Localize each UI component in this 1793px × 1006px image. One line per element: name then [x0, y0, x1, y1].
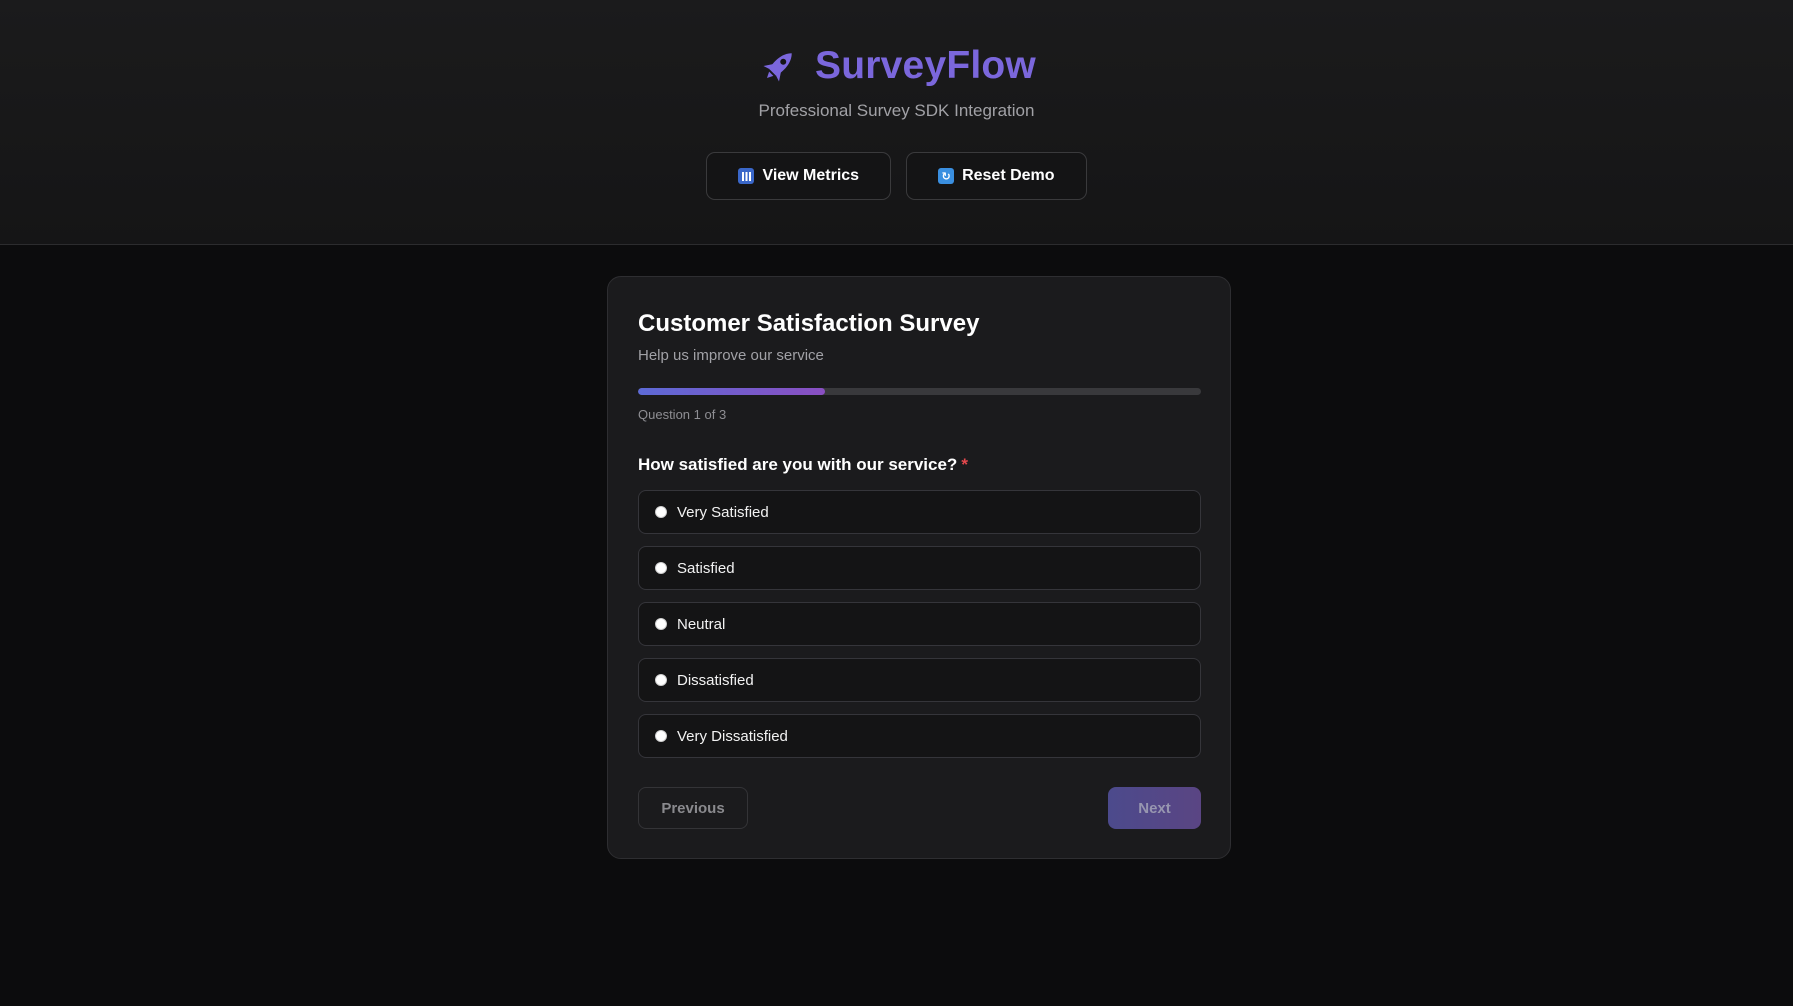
next-button[interactable]: Next — [1108, 787, 1201, 829]
survey-card: Customer Satisfaction Survey Help us imp… — [607, 276, 1231, 859]
progress-fill — [638, 388, 826, 395]
reset-demo-label: Reset Demo — [962, 167, 1055, 184]
option-label: Dissatisfied — [677, 671, 754, 689]
brand: SurveyFlow — [0, 44, 1793, 88]
radio-button[interactable] — [655, 562, 667, 574]
reset-demo-button[interactable]: ↻ Reset Demo — [906, 152, 1087, 200]
option-dissatisfied[interactable]: Dissatisfied — [638, 658, 1201, 702]
option-satisfied[interactable]: Satisfied — [638, 546, 1201, 590]
previous-button[interactable]: Previous — [638, 787, 748, 829]
option-very-dissatisfied[interactable]: Very Dissatisfied — [638, 714, 1201, 758]
brand-title: SurveyFlow — [815, 44, 1036, 87]
option-neutral[interactable]: Neutral — [638, 602, 1201, 646]
refresh-icon: ↻ — [938, 168, 955, 184]
bar-chart-icon — [738, 168, 755, 184]
progress-bar — [638, 388, 1201, 395]
radio-button[interactable] — [655, 730, 667, 742]
view-metrics-button[interactable]: View Metrics — [706, 152, 892, 200]
option-label: Very Dissatisfied — [677, 727, 788, 745]
header-actions: View Metrics ↻ Reset Demo — [0, 152, 1793, 200]
radio-button[interactable] — [655, 618, 667, 630]
option-label: Satisfied — [677, 559, 735, 577]
survey-title: Customer Satisfaction Survey — [638, 310, 980, 337]
radio-button[interactable] — [655, 506, 667, 518]
option-label: Neutral — [677, 615, 726, 633]
required-marker: * — [961, 455, 968, 474]
answer-options: Very Satisfied Satisfied Neutral Dissati… — [638, 490, 1201, 770]
question-label: How satisfied are you with our service? — [638, 455, 958, 474]
view-metrics-label: View Metrics — [762, 167, 860, 184]
option-very-satisfied[interactable]: Very Satisfied — [638, 490, 1201, 534]
progress-label: Question 1 of 3 — [638, 407, 727, 422]
survey-subtitle: Help us improve our service — [638, 347, 824, 364]
rocket-icon — [757, 44, 801, 88]
option-label: Very Satisfied — [677, 503, 769, 521]
question-text: How satisfied are you with our service? * — [638, 455, 968, 475]
app-header: SurveyFlow Professional Survey SDK Integ… — [0, 0, 1793, 245]
tagline: Professional Survey SDK Integration — [758, 101, 1035, 120]
radio-button[interactable] — [655, 674, 667, 686]
